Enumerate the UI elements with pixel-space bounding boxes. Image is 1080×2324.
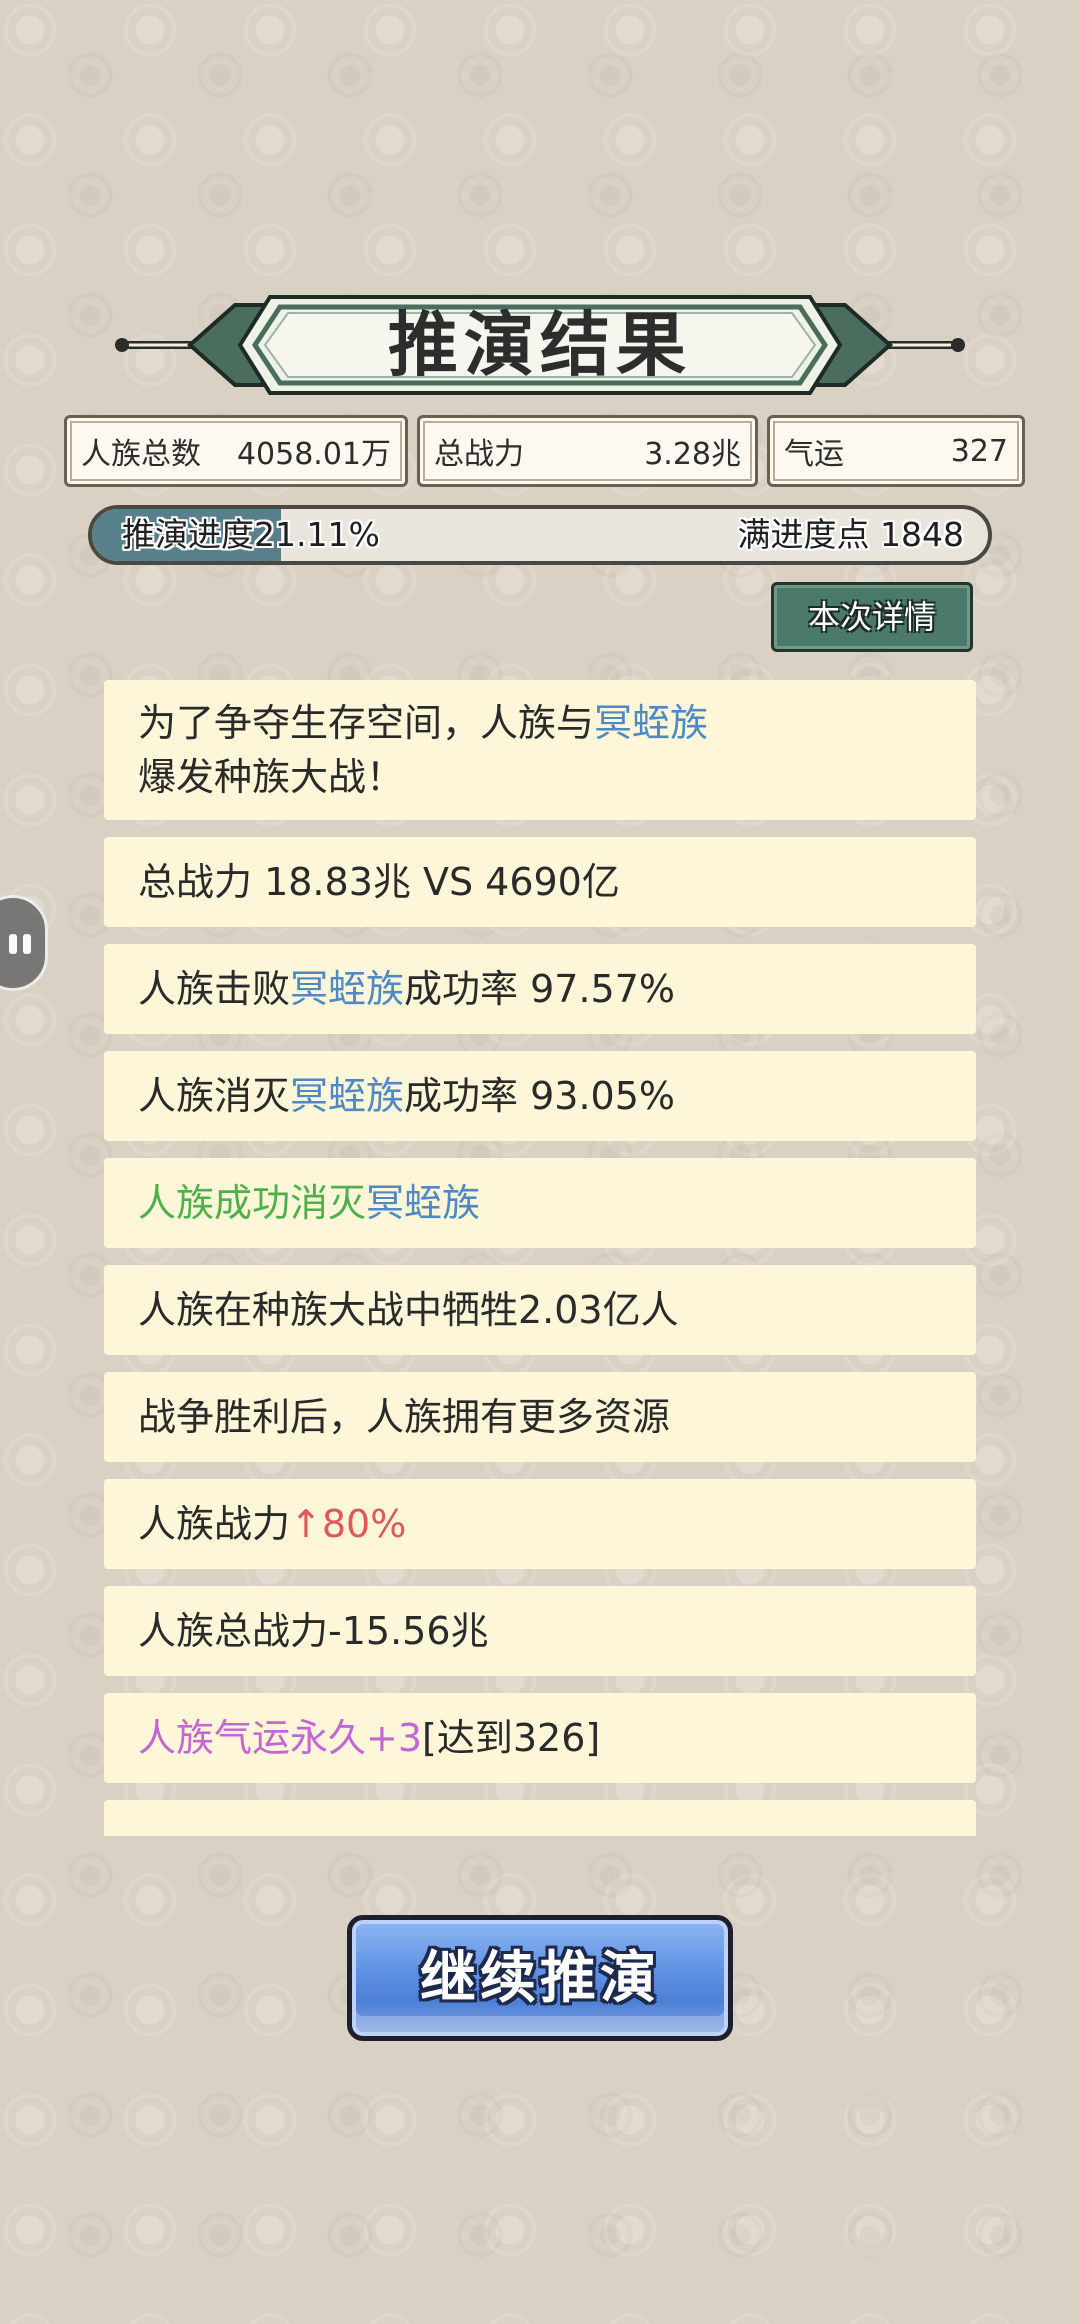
result-item: 人族击败 冥蛭族 成功率 97.57% bbox=[104, 944, 976, 1034]
result-text: [达到326] bbox=[422, 1716, 601, 1760]
result-text: 冥蛭族 bbox=[290, 967, 405, 1011]
result-text: 人族成功消灭 bbox=[138, 1181, 367, 1225]
stat-population-label: 人族总数 bbox=[81, 437, 201, 472]
result-text: 为了争夺生存空间，人族与 bbox=[138, 701, 595, 745]
result-item: 战争胜利后，人族拥有更多资源 bbox=[104, 1372, 976, 1462]
result-text: 成功率 93.05% bbox=[404, 1074, 676, 1118]
result-item: 人族战力 ↑80% bbox=[104, 1479, 976, 1569]
stat-population: 人族总数 4058.01万 bbox=[64, 415, 408, 487]
simulation-progress-bar: 推演进度21.11% 满进度点 1848 bbox=[88, 505, 992, 565]
result-item: 人族气运永久+3 [达到326] bbox=[104, 1693, 976, 1783]
result-item: 总战力 18.83兆 VS 4690亿 bbox=[104, 837, 976, 927]
handle-grip-icon bbox=[23, 934, 31, 954]
result-text: 人族在种族大战中牺牲2.03亿人 bbox=[138, 1288, 679, 1332]
result-text: 战争胜利后，人族拥有更多资源 bbox=[138, 1395, 671, 1439]
result-item: 为了争夺生存空间，人族与 冥蛭族爆发种族大战！ bbox=[104, 680, 976, 820]
result-item: 人族消灭 冥蛭族 成功率 93.05% bbox=[104, 1051, 976, 1141]
result-text: 冥蛭族 bbox=[594, 701, 709, 745]
result-text: 冥蛭族 bbox=[290, 1074, 405, 1118]
result-text: 人族战力 bbox=[138, 1502, 291, 1546]
side-drawer-handle[interactable] bbox=[0, 895, 48, 991]
result-item: 人族在种族大战中牺牲2.03亿人 bbox=[104, 1265, 976, 1355]
stat-fortune-label: 气运 bbox=[784, 437, 844, 472]
stat-total-power-value: 3.28兆 bbox=[644, 437, 741, 472]
result-text: 爆发种族大战！ bbox=[138, 755, 405, 799]
handle-grip-icon bbox=[9, 934, 17, 954]
stat-fortune-value: 327 bbox=[950, 433, 1008, 469]
details-button[interactable]: 本次详情 bbox=[771, 582, 973, 652]
progress-max-label: 满进度点 1848 bbox=[737, 515, 964, 554]
stat-fortune: 气运 327 bbox=[767, 415, 1025, 487]
result-text: 冥蛭族 bbox=[366, 1181, 481, 1225]
result-item bbox=[104, 1800, 976, 1836]
result-text: ↑80% bbox=[290, 1502, 407, 1546]
page-title: 推演结果 bbox=[388, 303, 692, 386]
result-item: 人族成功消灭 冥蛭族 bbox=[104, 1158, 976, 1248]
stat-total-power-label: 总战力 bbox=[434, 437, 524, 472]
result-text: 总战力 18.83兆 VS 4690亿 bbox=[138, 860, 620, 904]
continue-simulation-button[interactable]: 继续推演 bbox=[347, 1915, 733, 2041]
result-text: 成功率 97.57% bbox=[404, 967, 676, 1011]
progress-label: 推演进度21.11% bbox=[122, 515, 380, 554]
result-text: 人族消灭 bbox=[138, 1074, 291, 1118]
result-item: 人族总战力-15.56兆 bbox=[104, 1586, 976, 1676]
result-text: 人族气运永久+3 bbox=[138, 1716, 423, 1760]
result-text: 人族总战力-15.56兆 bbox=[138, 1609, 489, 1653]
result-list[interactable]: 为了争夺生存空间，人族与 冥蛭族 爆发种族大战！ 总战力 18.83兆 VS 4690… bbox=[104, 680, 976, 1836]
stat-population-value: 4058.01万 bbox=[236, 437, 391, 472]
stat-total-power: 总战力 3.28兆 bbox=[417, 415, 758, 487]
result-text: 人族击败 bbox=[138, 967, 291, 1011]
